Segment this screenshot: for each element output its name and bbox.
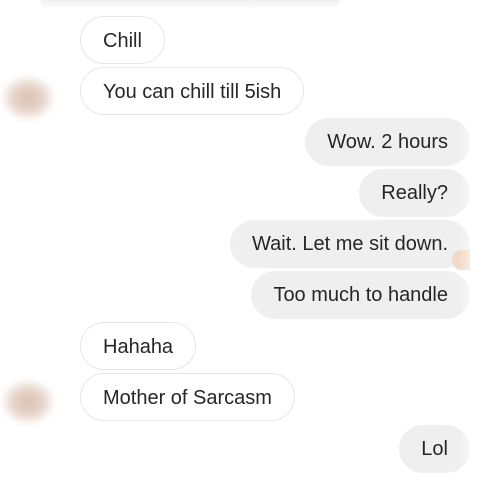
received-message-bubble[interactable]: Chill xyxy=(80,16,165,64)
sent-message-bubble[interactable]: Really? xyxy=(359,169,470,217)
received-message-bubble[interactable]: You can chill till 5ish xyxy=(80,67,305,115)
clipped-top-bubble xyxy=(40,0,340,10)
reaction-badge xyxy=(452,250,470,270)
sender-avatar[interactable] xyxy=(2,76,54,120)
sent-message-bubble[interactable]: Wow. 2 hours xyxy=(305,118,470,166)
sent-message-bubble[interactable]: Too much to handle xyxy=(251,271,470,319)
sent-message-bubble[interactable]: Lol xyxy=(399,425,470,473)
sent-message-bubble[interactable]: Wait. Let me sit down. xyxy=(230,220,470,268)
sender-avatar[interactable] xyxy=(2,380,54,424)
received-message-bubble[interactable]: Mother of Sarcasm xyxy=(80,373,295,421)
received-message-bubble[interactable]: Hahaha xyxy=(80,322,197,370)
chat-thread: Chill You can chill till 5ish Wow. 2 hou… xyxy=(0,0,480,480)
